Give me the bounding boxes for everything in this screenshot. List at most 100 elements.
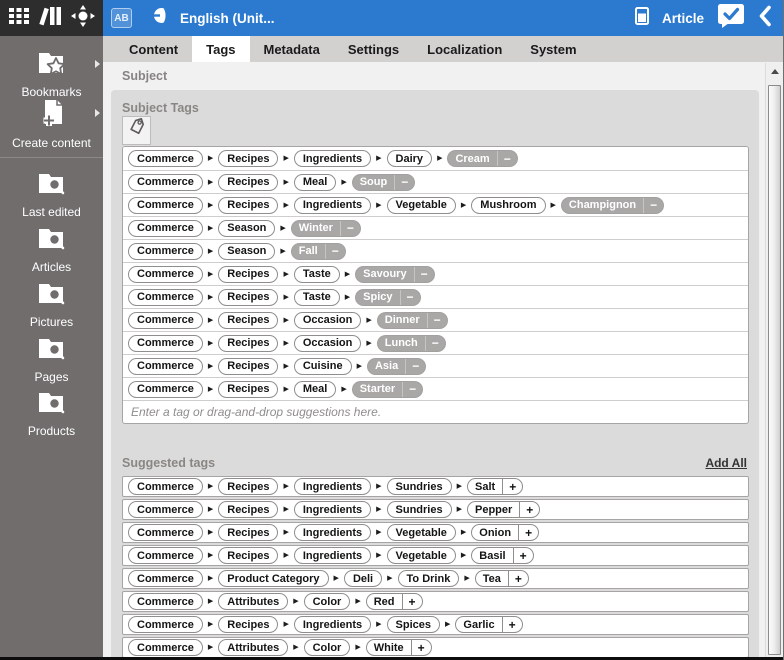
tag-pill[interactable]: Vegetable (386, 196, 456, 214)
tag-pill[interactable]: Recipes (218, 380, 279, 398)
add-tag-button[interactable]: + (410, 640, 431, 655)
tag-pill[interactable]: Recipes (218, 616, 279, 633)
remove-tag-button[interactable]: − (339, 220, 360, 236)
tag-pill[interactable]: Deli (343, 570, 383, 587)
remove-tag-button[interactable]: − (402, 381, 422, 397)
sidebar-item-bookmarks[interactable]: Bookmarks (0, 50, 103, 99)
remove-tag-button[interactable]: − (424, 335, 445, 351)
tag-pill[interactable]: Recipes (218, 501, 279, 518)
add-all-link[interactable]: Add All (705, 456, 747, 470)
tag-pill[interactable]: Recipes (218, 547, 279, 564)
tag-pill[interactable]: Meal (293, 380, 337, 398)
remove-tag-button[interactable]: − (426, 312, 447, 328)
tag-pill[interactable]: Commerce (128, 547, 203, 564)
tag-pill[interactable]: Spices (386, 616, 440, 633)
tag-pill[interactable]: Attributes (218, 593, 289, 610)
tag-pill[interactable]: Occasion (293, 311, 362, 329)
tag-tool-button[interactable] (122, 116, 151, 145)
tag-pill[interactable]: Product Category (218, 570, 329, 587)
tab-system[interactable]: System (516, 36, 590, 62)
tag-pill-leaf[interactable]: Starter − (351, 380, 424, 398)
tag-pill-leaf[interactable]: Asia − (366, 357, 427, 375)
tag-pill-leaf[interactable]: Garlic + (455, 616, 523, 633)
tag-pill[interactable]: Sundries (386, 478, 452, 495)
tag-pill[interactable]: Mushroom (471, 196, 546, 214)
tag-pill-leaf[interactable]: Spicy − (355, 288, 421, 306)
tag-pill[interactable]: Commerce (128, 150, 203, 167)
tag-pill[interactable]: Commerce (128, 196, 203, 214)
tag-pill[interactable]: Attributes (218, 639, 289, 656)
collapse-chevron-left-icon[interactable] (758, 5, 772, 32)
tag-pill[interactable]: To Drink (397, 570, 460, 587)
tag-pill[interactable]: Commerce (128, 219, 203, 237)
tab-tags[interactable]: Tags (192, 36, 250, 62)
tag-pill[interactable]: Commerce (128, 501, 203, 518)
tag-pill[interactable]: Recipes (218, 478, 279, 495)
tag-pill[interactable]: Recipes (218, 334, 279, 352)
tag-pill[interactable]: Commerce (128, 616, 203, 633)
tag-pill[interactable]: Recipes (218, 357, 279, 375)
tab-content[interactable]: Content (115, 36, 192, 62)
move-compass-icon[interactable] (70, 4, 96, 33)
tag-pill-leaf[interactable]: Fall − (290, 242, 346, 260)
sidebar-item-last-edited[interactable]: Last edited (0, 172, 103, 219)
tag-pill-leaf[interactable]: Lunch − (376, 334, 446, 352)
tag-pill[interactable]: Commerce (128, 242, 203, 260)
tag-pill[interactable]: Commerce (128, 173, 203, 191)
sidebar-item-pictures[interactable]: Pictures (0, 282, 103, 329)
tag-pill-leaf[interactable]: White + (365, 639, 432, 656)
tag-pill[interactable]: Commerce (128, 288, 203, 306)
remove-tag-button[interactable]: − (413, 266, 434, 282)
tag-pill[interactable]: Color (303, 593, 351, 610)
tab-metadata[interactable]: Metadata (250, 36, 334, 62)
tag-pill[interactable]: Ingredients (293, 478, 372, 495)
tag-pill-leaf[interactable]: Onion + (471, 524, 540, 541)
app-grid-icon[interactable] (7, 4, 31, 33)
scrollbar-up-button[interactable] (766, 63, 784, 80)
tag-pill[interactable]: Dairy (386, 150, 433, 167)
tag-pill[interactable]: Meal (293, 173, 337, 191)
tag-pill-leaf[interactable]: Winter − (290, 219, 361, 237)
tag-pill-leaf[interactable]: Salt + (467, 478, 524, 495)
add-tag-button[interactable]: + (502, 479, 522, 494)
tag-pill[interactable]: Ingredients (293, 616, 372, 633)
tag-pill[interactable]: Commerce (128, 478, 203, 495)
tag-pill[interactable]: Ingredients (293, 150, 372, 167)
tag-pill[interactable]: Commerce (128, 570, 203, 587)
tag-pill[interactable]: Recipes (218, 196, 279, 214)
tag-pill[interactable]: Commerce (128, 265, 203, 283)
tag-pill[interactable]: Recipes (218, 288, 279, 306)
remove-tag-button[interactable]: − (324, 243, 345, 259)
tag-input-row[interactable]: Enter a tag or drag-and-drop suggestions… (123, 400, 748, 423)
tab-settings[interactable]: Settings (334, 36, 413, 62)
library-icon[interactable] (38, 4, 63, 33)
tag-pill[interactable]: Occasion (293, 334, 362, 352)
tag-pill[interactable]: Recipes (218, 265, 279, 283)
tag-pill[interactable]: Commerce (128, 380, 203, 398)
sidebar-item-articles[interactable]: Articles (0, 227, 103, 274)
tag-pill[interactable]: Commerce (128, 593, 203, 610)
add-tag-button[interactable]: + (401, 594, 422, 609)
tag-pill[interactable]: Color (303, 639, 351, 656)
vertical-scrollbar[interactable] (765, 63, 784, 657)
tag-pill[interactable]: Ingredients (293, 196, 372, 214)
sidebar-item-pages[interactable]: Pages (0, 337, 103, 384)
tag-pill[interactable]: Taste (293, 265, 340, 283)
tag-pill[interactable]: Ingredients (293, 547, 372, 564)
add-tag-button[interactable]: + (501, 617, 522, 632)
tag-pill[interactable]: Commerce (128, 334, 203, 352)
remove-tag-button[interactable]: − (405, 358, 425, 374)
tag-pill-leaf[interactable]: Savoury − (355, 265, 435, 283)
tag-pill-leaf[interactable]: Soup − (351, 173, 416, 191)
globe-language-icon[interactable] (153, 7, 170, 29)
remove-tag-button[interactable]: − (496, 151, 517, 166)
tag-pill-leaf[interactable]: Pepper + (467, 501, 541, 518)
tag-pill-leaf[interactable]: Tea + (474, 570, 529, 587)
tag-pill[interactable]: Recipes (218, 311, 279, 329)
remove-tag-button[interactable]: − (399, 289, 420, 305)
sidebar-item-products[interactable]: Products (0, 391, 103, 438)
tag-pill[interactable]: Season (218, 219, 276, 237)
remove-tag-button[interactable]: − (394, 174, 414, 190)
tag-pill-leaf[interactable]: Basil + (471, 547, 534, 564)
tag-pill[interactable]: Vegetable (386, 524, 456, 541)
